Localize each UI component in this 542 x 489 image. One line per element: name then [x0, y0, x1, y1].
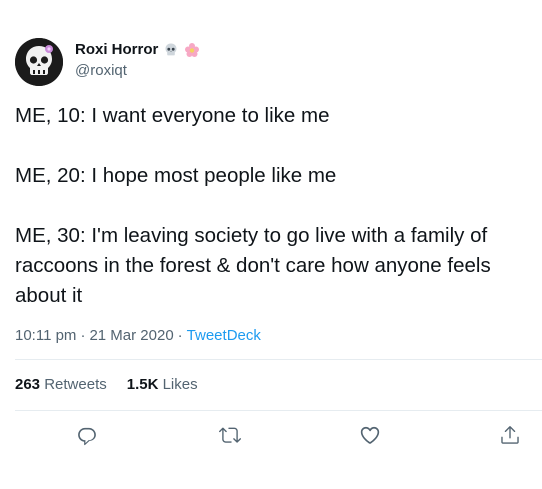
divider: [15, 410, 542, 411]
handle[interactable]: @roxiqt: [75, 62, 127, 79]
tweet-text: ME, 10: I want everyone to like me ME, 2…: [15, 101, 530, 311]
tweet-line: ME, 20: I hope most people like me: [15, 164, 337, 187]
meta-separator: ·: [177, 327, 183, 344]
divider: [15, 359, 542, 360]
display-name[interactable]: Roxi Horror: [75, 41, 158, 58]
share-icon: [501, 426, 519, 444]
tweet-source-link[interactable]: TweetDeck: [187, 327, 261, 344]
likes-label: Likes: [162, 376, 198, 393]
like-button[interactable]: [359, 424, 381, 446]
reply-icon: [78, 427, 96, 446]
avatar[interactable]: [15, 38, 63, 86]
skull-avatar-icon: [15, 38, 63, 86]
tweet-line: ME, 30: I'm leaving society to go live w…: [15, 224, 491, 307]
likes-stat[interactable]: 1.5K Likes: [127, 376, 198, 393]
skull-emoji-icon: [165, 43, 177, 55]
meta-separator: ·: [80, 327, 86, 344]
tweet-date[interactable]: 21 Mar 2020: [89, 327, 173, 344]
flower-emoji-icon: [185, 42, 200, 57]
action-bar: [0, 424, 542, 450]
tweet-meta: 10:11 pm · 21 Mar 2020 · TweetDeck: [15, 327, 261, 344]
reply-button[interactable]: [76, 424, 98, 446]
tweet-line: ME, 10: I want everyone to like me: [15, 104, 330, 127]
retweets-stat[interactable]: 263 Retweets: [15, 376, 107, 393]
retweet-icon: [219, 427, 241, 443]
likes-count: 1.5K: [126, 376, 159, 393]
like-icon: [360, 426, 380, 444]
retweets-label: Retweets: [44, 376, 107, 393]
tweet-card: Roxi Horror @roxiqt ME, 10: I want every…: [0, 0, 542, 489]
engagement-stats: 263 Retweets 1.5K Likes: [15, 376, 198, 393]
retweets-count: 263: [15, 376, 41, 393]
tweet-time[interactable]: 10:11 pm: [15, 327, 76, 344]
retweet-button[interactable]: [219, 424, 241, 446]
share-button[interactable]: [499, 424, 521, 446]
